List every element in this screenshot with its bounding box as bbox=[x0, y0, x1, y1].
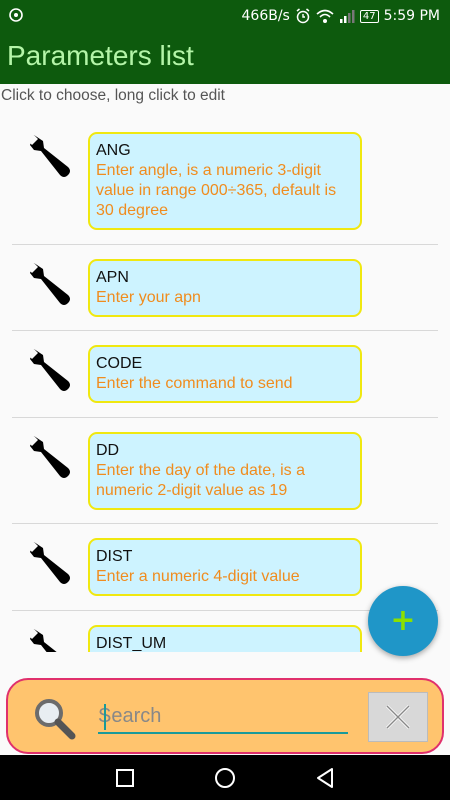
plus-icon: + bbox=[390, 603, 416, 638]
signal-icon bbox=[339, 10, 355, 23]
text-caret bbox=[104, 704, 106, 730]
list-item[interactable]: ANG Enter angle, is a numeric 3-digit va… bbox=[12, 117, 438, 245]
close-icon bbox=[385, 704, 411, 730]
parameter-name: APN bbox=[96, 269, 129, 286]
wrench-icon bbox=[28, 135, 70, 177]
wrench-icon bbox=[28, 436, 70, 478]
back-icon[interactable] bbox=[314, 767, 336, 789]
parameter-name: CODE bbox=[96, 355, 143, 372]
parameter-name: DIST bbox=[96, 548, 133, 565]
parameter-description: Enter the day of the date, is a numeric … bbox=[96, 462, 306, 499]
navigation-bar bbox=[0, 755, 450, 800]
parameter-card[interactable]: DIST_UM bbox=[88, 625, 362, 652]
app-bar: Parameters list bbox=[0, 32, 450, 84]
parameter-card[interactable]: APN Enter your apn bbox=[88, 259, 362, 317]
parameter-card[interactable]: DIST Enter a numeric 4-digit value bbox=[88, 538, 362, 596]
status-bar: 466B/s 47 5:59 PM bbox=[0, 0, 450, 32]
search-input[interactable] bbox=[98, 700, 348, 734]
status-right: 466B/s 47 5:59 PM bbox=[242, 0, 441, 32]
parameter-name: ANG bbox=[96, 142, 131, 159]
parameter-description: Enter a numeric 4-digit value bbox=[96, 568, 300, 585]
alarm-icon bbox=[296, 8, 310, 24]
list-item[interactable]: DD Enter the day of the date, is a numer… bbox=[12, 419, 438, 524]
wrench-icon bbox=[28, 542, 70, 584]
parameter-description: Enter angle, is a numeric 3-digit value … bbox=[96, 162, 337, 219]
parameter-name: DIST_UM bbox=[96, 635, 167, 652]
recents-icon[interactable] bbox=[114, 767, 136, 789]
home-icon[interactable] bbox=[214, 767, 236, 789]
wrench-icon bbox=[28, 263, 70, 305]
parameter-description: Enter the command to send bbox=[96, 375, 293, 392]
search-icon bbox=[35, 699, 76, 740]
wrench-icon bbox=[28, 629, 57, 652]
wifi-icon bbox=[316, 9, 334, 23]
add-parameter-button[interactable]: + bbox=[368, 586, 438, 656]
net-speed: 466B/s bbox=[241, 8, 290, 24]
battery-indicator: 47 bbox=[359, 9, 379, 23]
notification-icon bbox=[9, 8, 23, 22]
list-item[interactable]: APN Enter your apn bbox=[12, 246, 438, 331]
list-item[interactable]: DIST Enter a numeric 4-digit value bbox=[12, 525, 438, 611]
parameter-name: DD bbox=[96, 442, 120, 459]
clear-search-button[interactable] bbox=[368, 692, 428, 742]
wrench-icon bbox=[28, 349, 70, 391]
list-item[interactable]: CODE Enter the command to send bbox=[12, 332, 438, 418]
parameter-card[interactable]: DD Enter the day of the date, is a numer… bbox=[88, 432, 362, 510]
hint-text: Click to choose, long click to edit bbox=[1, 87, 225, 104]
parameter-card[interactable]: CODE Enter the command to send bbox=[88, 345, 362, 403]
parameter-card[interactable]: ANG Enter angle, is a numeric 3-digit va… bbox=[88, 132, 362, 230]
clock: 5:59 PM bbox=[383, 8, 440, 24]
search-bar bbox=[6, 678, 444, 754]
parameter-description: Enter your apn bbox=[96, 289, 201, 306]
page-title: Parameters list bbox=[7, 40, 194, 71]
parameter-list[interactable]: ANG Enter angle, is a numeric 3-digit va… bbox=[12, 117, 438, 652]
